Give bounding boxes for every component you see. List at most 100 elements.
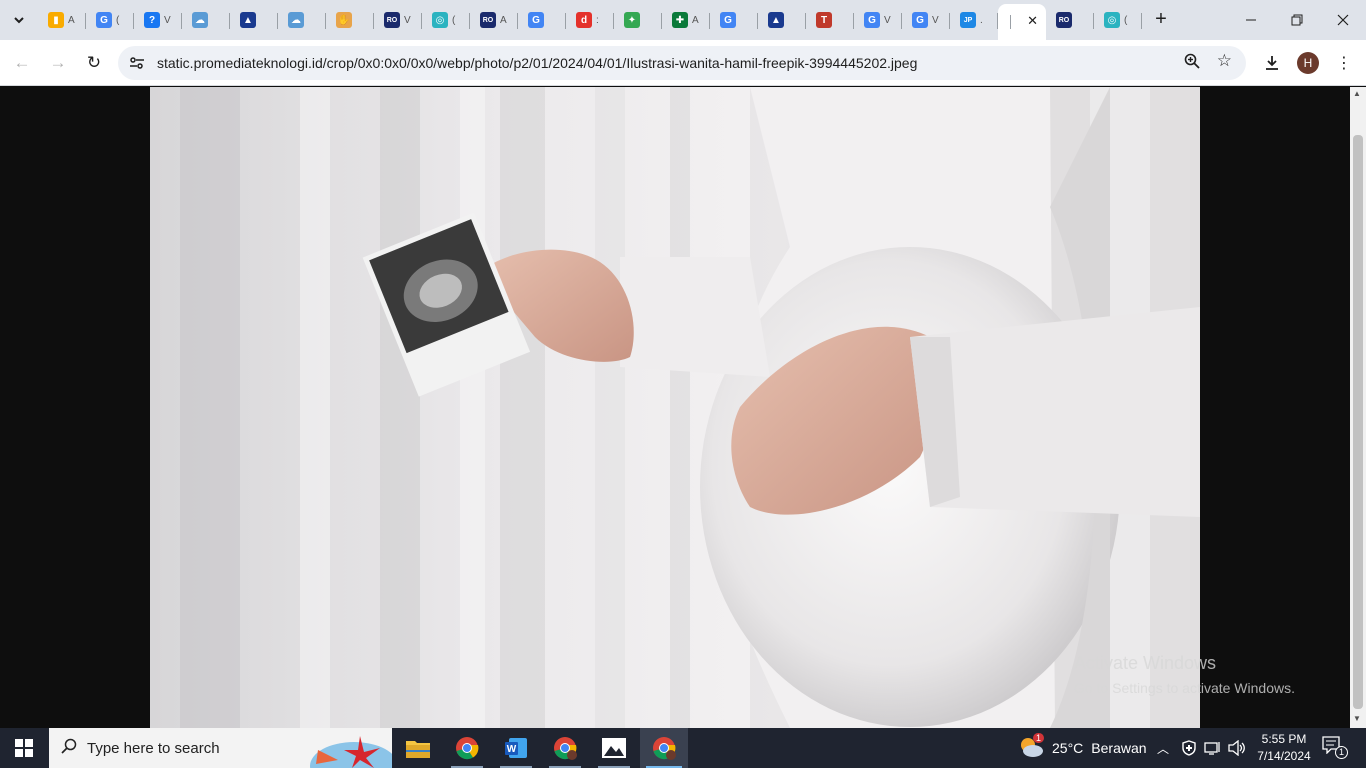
downloads-button[interactable] (1258, 49, 1286, 77)
browser-tab[interactable]: d: (566, 4, 614, 36)
google-analytics-icon: ▮ (48, 12, 64, 28)
puzzle-icon: ✦ (624, 12, 640, 28)
browser-tab[interactable]: JP. (950, 4, 998, 36)
hand-icon: ✋ (336, 12, 352, 28)
browser-tab[interactable]: G (518, 4, 566, 36)
chrome-icon (456, 737, 479, 760)
notification-center-button[interactable]: 1 (1322, 736, 1348, 760)
tab-title: A (692, 14, 699, 26)
browser-tab[interactable]: ▲ (230, 4, 278, 36)
photos-app[interactable] (590, 728, 638, 768)
folder-icon (406, 741, 430, 758)
close-icon (1337, 14, 1349, 26)
spiral-icon: ◎ (432, 12, 448, 28)
scroll-down-icon[interactable]: ▼ (1353, 714, 1361, 723)
speaker-icon (1228, 740, 1245, 756)
chrome-app[interactable] (443, 728, 491, 768)
volume-tray-icon[interactable] (1228, 728, 1246, 768)
show-hidden-icons-button[interactable]: ︿ (1157, 728, 1169, 768)
browser-tab[interactable]: ◎( (1094, 4, 1142, 36)
browser-tab[interactable]: G (710, 4, 758, 36)
menu-button[interactable]: ⋮ (1330, 49, 1358, 77)
detik-icon: d (576, 12, 592, 28)
minimize-icon (1246, 19, 1256, 21)
reload-button[interactable]: ↻ (80, 49, 108, 77)
url-text[interactable]: static.promediateknologi.id/crop/0x0:0x0… (157, 55, 917, 71)
weather-widget[interactable]: 1 25°C Berawan (1018, 728, 1147, 768)
taskbar-clock[interactable]: 5:55 PM 7/14/2024 (1254, 731, 1314, 765)
network-icon (1204, 742, 1220, 755)
vertical-scrollbar[interactable]: ▲ ▼ (1350, 87, 1366, 728)
browser-tab[interactable]: GV (902, 4, 950, 36)
security-tray-icon[interactable] (1181, 728, 1197, 768)
tab-search-button[interactable] (6, 8, 32, 32)
file-explorer-app[interactable] (394, 728, 442, 768)
browser-tab[interactable]: ▲ (758, 4, 806, 36)
browser-tab[interactable]: ☁ (278, 4, 326, 36)
search-highlight-illustration (310, 736, 392, 768)
scroll-up-icon[interactable]: ▲ (1353, 89, 1361, 98)
back-button[interactable]: ← (8, 49, 36, 77)
word-app[interactable]: W (492, 728, 540, 768)
tab-title: . (980, 14, 983, 26)
feather-icon: ▲ (240, 12, 256, 28)
windows-logo-icon (15, 739, 33, 757)
forward-button[interactable]: → (44, 49, 72, 77)
browser-tab[interactable]: ▮ A (38, 4, 86, 36)
start-button[interactable] (0, 728, 48, 768)
tab-separator (1141, 13, 1142, 29)
search-icon (61, 738, 77, 759)
profile-avatar[interactable]: H (1297, 52, 1319, 74)
browser-tab[interactable]: T (806, 4, 854, 36)
tab-title: V (932, 14, 939, 26)
chevron-down-icon (14, 17, 24, 24)
taskbar-search-box[interactable]: Type here to search (49, 728, 392, 768)
tab-title: ( (452, 14, 456, 26)
tab-title: V (164, 14, 171, 26)
notification-badge: 1 (1335, 746, 1348, 759)
close-window-button[interactable] (1320, 0, 1366, 40)
new-tab-button[interactable]: + (1150, 8, 1172, 30)
clock-date: 7/14/2024 (1257, 749, 1311, 763)
bookmark-star-icon[interactable]: ☆ (1217, 51, 1232, 71)
ro-icon: RO (1056, 12, 1072, 28)
chrome-profile-app[interactable] (541, 728, 589, 768)
google-icon: G (720, 12, 736, 28)
arrow-left-icon: ← (13, 53, 31, 72)
tab-title: ( (116, 14, 120, 26)
zoom-icon[interactable] (1184, 53, 1200, 73)
photos-icon (602, 738, 626, 758)
tab-title: V (884, 14, 891, 26)
more-vert-icon: ⋮ (1336, 55, 1352, 72)
restore-button[interactable] (1274, 0, 1320, 40)
browser-tab[interactable]: RO V (374, 4, 422, 36)
cloud-icon: ☁ (192, 12, 208, 28)
address-bar[interactable]: static.promediateknologi.id/crop/0x0:0x0… (118, 46, 1246, 80)
minimize-button[interactable] (1228, 0, 1274, 40)
site-info-icon[interactable] (128, 54, 146, 72)
cross-icon: ✚ (672, 12, 688, 28)
close-tab-icon[interactable]: ✕ (1027, 13, 1038, 29)
browser-tab[interactable]: ◎( (422, 4, 470, 36)
scrollbar-thumb[interactable] (1353, 135, 1363, 709)
network-tray-icon[interactable] (1204, 728, 1222, 768)
browser-tab[interactable]: ✋ (326, 4, 374, 36)
download-icon (1266, 56, 1278, 70)
browser-tab[interactable]: ✚ A (662, 4, 710, 36)
browser-tab[interactable]: ✦ (614, 4, 662, 36)
ro-icon: RO (384, 12, 400, 28)
browser-tab[interactable]: RO A (470, 4, 518, 36)
cloud-icon: ☁ (288, 12, 304, 28)
browser-tab[interactable]: ? V (134, 4, 182, 36)
browser-tab[interactable]: G( (86, 4, 134, 36)
word-icon: W (505, 738, 527, 758)
browser-tab[interactable]: RO (1046, 4, 1094, 36)
chrome-profile-app-active[interactable] (640, 728, 688, 768)
browser-tab[interactable]: ☁ (182, 4, 230, 36)
reload-icon: ↻ (86, 53, 102, 72)
tab-title: A (68, 14, 75, 26)
tab-active[interactable]: ✕ (998, 4, 1046, 40)
chevron-up-icon: ︿ (1157, 741, 1170, 756)
browser-tab[interactable]: GV (854, 4, 902, 36)
chrome-profile-icon (653, 737, 676, 760)
